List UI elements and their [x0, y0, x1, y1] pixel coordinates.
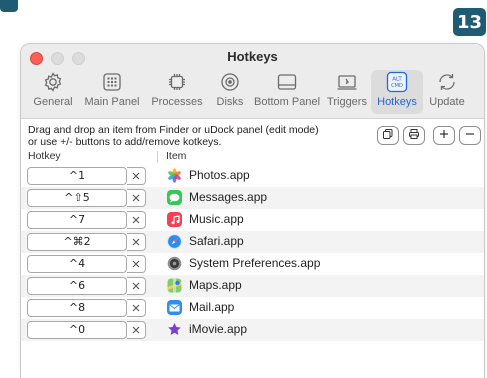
hotkey-field[interactable]: ^0 [27, 321, 127, 339]
system-preferences-icon [167, 256, 182, 271]
step-number-badge: 13 [453, 8, 486, 36]
table-row[interactable]: ^⌘2 Safari.app [21, 231, 484, 253]
tab-update-label: Update [429, 96, 465, 108]
app-name: Maps.app [189, 278, 242, 292]
hotkeys-window: Hotkeys General Main Panel Processes Dis… [20, 43, 485, 378]
column-divider[interactable] [157, 151, 158, 163]
hotkey-field[interactable]: ^6 [27, 277, 127, 295]
close-icon [132, 255, 140, 273]
app-name: System Preferences.app [189, 256, 321, 270]
tab-update[interactable]: Update [423, 70, 471, 114]
tab-processes[interactable]: Processes [145, 70, 209, 114]
close-icon [132, 277, 140, 295]
clear-hotkey-button[interactable] [127, 189, 146, 207]
instructions-text: Drag and drop an item from Finder or uDo… [28, 124, 319, 148]
window-titlebar: Hotkeys General Main Panel Processes Dis… [21, 44, 484, 119]
instructions-line-1: Drag and drop an item from Finder or uDo… [28, 124, 319, 136]
close-icon [132, 189, 140, 207]
tab-triggers[interactable]: Triggers [323, 70, 371, 114]
table-row[interactable]: ^7 Music.app [21, 209, 484, 231]
close-icon [132, 167, 140, 185]
tab-disks[interactable]: Disks [209, 70, 251, 114]
hotkeys-table: ^1 Photos.app ^⇧5 Messages.app ^7 Music.… [21, 165, 484, 341]
tab-general-label: General [33, 96, 73, 108]
table-row[interactable]: ^⇧5 Messages.app [21, 187, 484, 209]
duplicate-icon [382, 127, 394, 145]
clear-hotkey-button[interactable] [127, 211, 146, 229]
instructions-line-2: or use +/- buttons to add/remove kotkeys… [28, 136, 222, 148]
trigger-icon [335, 70, 359, 94]
app-name: Music.app [189, 212, 244, 226]
safari-icon [167, 234, 182, 249]
table-row[interactable]: ^8 Mail.app [21, 297, 484, 319]
tab-hotkeys-label: Hotkeys [377, 96, 417, 108]
tab-main-panel[interactable]: Main Panel [79, 70, 145, 114]
cpu-chip-icon [165, 70, 189, 94]
app-name: iMovie.app [189, 322, 248, 336]
app-name: Mail.app [189, 300, 235, 314]
tab-bottom-panel-label: Bottom Panel [253, 96, 321, 108]
app-name: Messages.app [189, 190, 268, 204]
clear-hotkey-button[interactable] [127, 277, 146, 295]
hotkey-field[interactable]: ^7 [27, 211, 127, 229]
hotkey-field[interactable]: ^⇧5 [27, 189, 127, 207]
clear-hotkey-button[interactable] [127, 167, 146, 185]
tab-processes-label: Processes [151, 96, 203, 108]
print-button[interactable] [403, 126, 425, 145]
print-icon [408, 127, 420, 145]
clear-hotkey-button[interactable] [127, 255, 146, 273]
column-header-item[interactable]: Item [166, 150, 186, 162]
hotkey-field[interactable]: ^8 [27, 299, 127, 317]
mail-icon [167, 300, 182, 315]
hotkey-field[interactable]: ^4 [27, 255, 127, 273]
list-action-buttons [377, 126, 481, 145]
tab-hotkeys[interactable]: ALT CMD Hotkeys [371, 70, 423, 114]
clear-hotkey-button[interactable] [127, 299, 146, 317]
photos-icon [167, 168, 182, 183]
hotkey-field[interactable]: ^1 [27, 167, 127, 185]
clear-hotkey-button[interactable] [127, 233, 146, 251]
plus-icon [438, 127, 450, 145]
table-row[interactable]: ^1 Photos.app [21, 165, 484, 187]
table-row[interactable]: ^4 System Preferences.app [21, 253, 484, 275]
clear-hotkey-button[interactable] [127, 321, 146, 339]
messages-icon [167, 190, 182, 205]
disk-icon [218, 70, 242, 94]
hotkey-field[interactable]: ^⌘2 [27, 233, 127, 251]
close-icon [132, 299, 140, 317]
window-title: Hotkeys [227, 49, 278, 64]
table-row[interactable]: ^0 iMovie.app [21, 319, 484, 341]
close-icon [132, 321, 140, 339]
partial-badge-mark [0, 0, 18, 12]
tab-disks-label: Disks [216, 96, 244, 108]
grid-panel-icon [100, 70, 124, 94]
remove-hotkey-button[interactable] [459, 126, 481, 145]
duplicate-button[interactable] [377, 126, 399, 145]
add-hotkey-button[interactable] [433, 126, 455, 145]
close-icon [132, 233, 140, 251]
app-name: Photos.app [189, 168, 250, 182]
app-name: Safari.app [189, 234, 244, 248]
column-header-hotkey[interactable]: Hotkey [28, 150, 61, 162]
minus-icon [464, 127, 476, 145]
preferences-toolbar: General Main Panel Processes Disks Botto… [27, 70, 471, 114]
alt-key-text: ALT [392, 77, 402, 83]
refresh-icon [435, 70, 459, 94]
tab-general[interactable]: General [27, 70, 79, 114]
imovie-icon [167, 322, 182, 337]
table-header: Hotkey Item [21, 150, 484, 164]
close-icon [132, 211, 140, 229]
music-icon [167, 212, 182, 227]
tab-triggers-label: Triggers [327, 96, 367, 108]
alt-cmd-key-icon: ALT CMD [386, 70, 408, 94]
cmd-key-text: CMD [391, 83, 403, 89]
tab-bottom-panel[interactable]: Bottom Panel [251, 70, 323, 114]
table-row[interactable]: ^6 Maps.app [21, 275, 484, 297]
page-top-strip [0, 0, 487, 26]
bottom-panel-icon [275, 70, 299, 94]
maps-icon [167, 278, 182, 293]
tab-main-panel-label: Main Panel [84, 96, 140, 108]
gear-icon [41, 70, 65, 94]
